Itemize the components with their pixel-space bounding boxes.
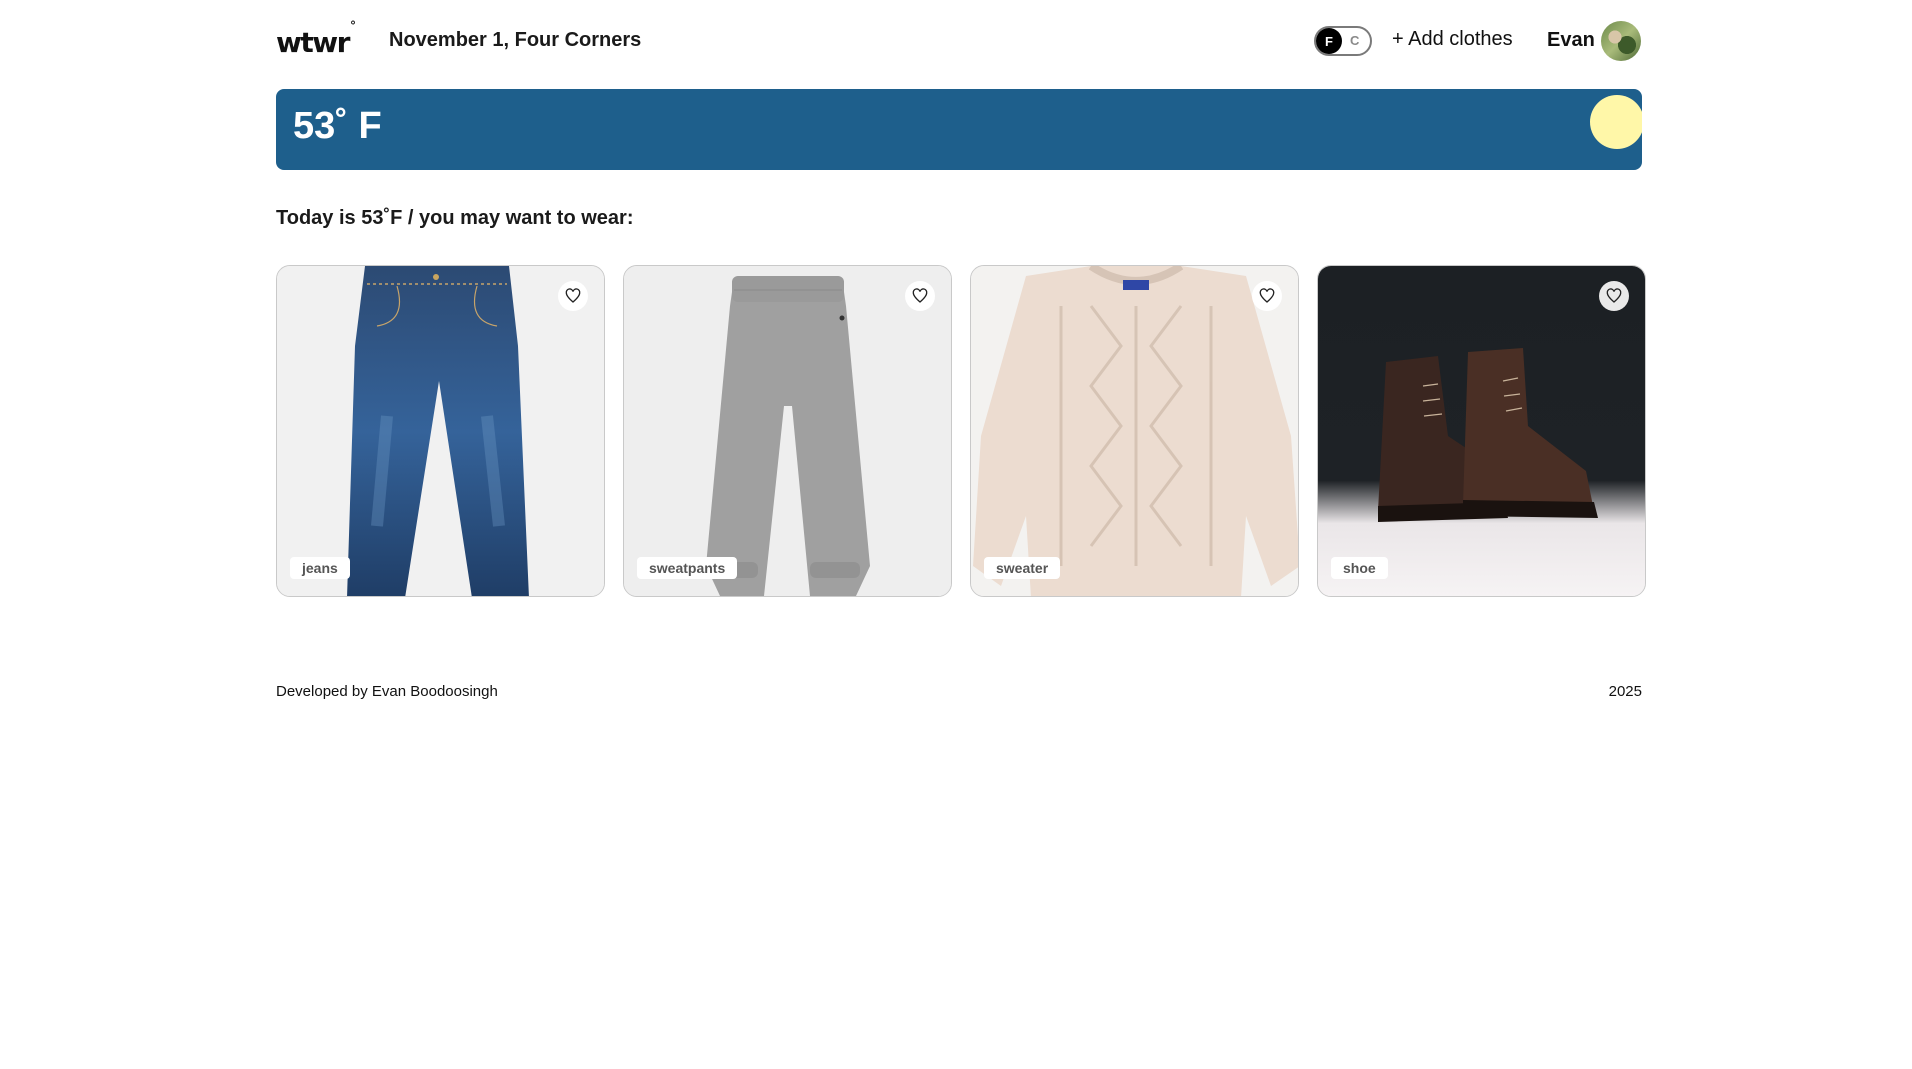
weather-card: 53˚ F (276, 89, 1642, 170)
heart-icon (1259, 288, 1275, 303)
sweater-image (971, 266, 1298, 596)
logo[interactable]: wtwr° (276, 19, 356, 59)
logo-mark: ° (349, 18, 356, 33)
clothing-card-shoe[interactable]: shoe (1317, 265, 1646, 597)
shoe-image (1318, 266, 1645, 596)
jeans-image (277, 266, 604, 596)
clothing-card-sweatpants[interactable]: sweatpants (623, 265, 952, 597)
footer-credit: Developed by Evan Boodoosingh (276, 683, 498, 700)
avatar[interactable] (1601, 21, 1641, 61)
heart-icon (565, 288, 581, 303)
temperature-unit-toggle[interactable]: F C (1314, 26, 1372, 56)
card-label: jeans (290, 557, 350, 579)
clothing-suggestion-text: Today is 53˚F / you may want to wear: (276, 207, 634, 229)
username[interactable]: Evan (1547, 29, 1595, 52)
sun-icon (1590, 95, 1642, 149)
clothing-card-jeans[interactable]: jeans (276, 265, 605, 597)
heart-icon (912, 288, 928, 303)
clothing-card-sweater[interactable]: sweater (970, 265, 1299, 597)
footer-year: 2025 (1608, 683, 1642, 700)
card-label: sweater (984, 557, 1061, 579)
card-label: sweatpants (637, 557, 738, 579)
toggle-knob-fahrenheit: F (1316, 28, 1342, 54)
add-clothes-button[interactable]: + Add clothes (1392, 28, 1513, 51)
date-location: November 1, Four Corners (389, 29, 642, 51)
card-label: shoe (1331, 557, 1388, 579)
logo-text: wtwr (276, 26, 350, 59)
like-button[interactable] (905, 281, 935, 311)
sweatpants-image (624, 266, 951, 596)
weather-temperature: 53˚ F (293, 105, 382, 147)
like-button[interactable] (1599, 281, 1629, 311)
like-button[interactable] (1252, 281, 1282, 311)
clothing-cards-list: jeans sweatpants sweater shoe (276, 265, 1646, 597)
like-button[interactable] (558, 281, 588, 311)
heart-icon (1606, 288, 1622, 303)
page: wtwr° November 1, Four Corners F C + Add… (276, 0, 1646, 700)
header: wtwr° November 1, Four Corners F C + Add… (276, 0, 1642, 80)
toggle-label-celsius: C (1350, 33, 1360, 48)
